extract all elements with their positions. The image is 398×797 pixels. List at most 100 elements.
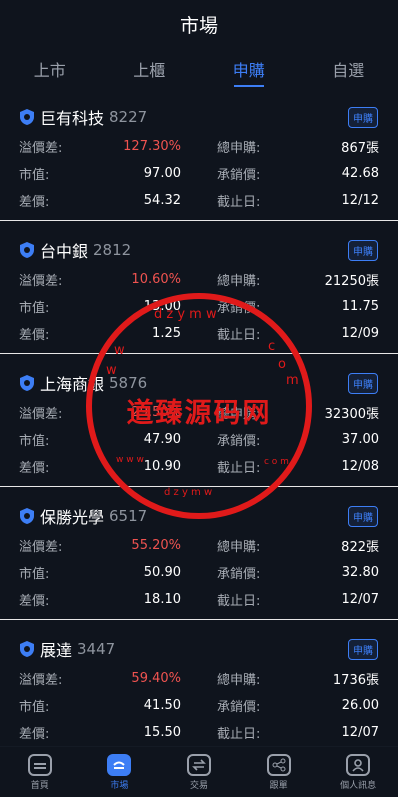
stock-code: 8227 xyxy=(109,108,148,126)
deadline-value: 12/08 xyxy=(341,459,379,474)
total-label: 總申購: xyxy=(217,141,261,156)
price-label: 承銷價: xyxy=(217,700,261,715)
subscribe-button[interactable]: 申購 xyxy=(348,240,378,261)
market-value: 13.00 xyxy=(143,299,181,314)
tab-subscription[interactable]: 申購 xyxy=(199,48,299,81)
price-value: 11.75 xyxy=(341,299,379,314)
share-icon xyxy=(266,753,291,776)
premium-label: 溢價差: xyxy=(19,407,63,422)
deadline-label: 截止日: xyxy=(217,727,261,742)
total-value: 32300張 xyxy=(324,407,379,422)
deadline-value: 12/07 xyxy=(341,725,379,740)
subscribe-button[interactable]: 申購 xyxy=(348,506,378,527)
total-value: 21250張 xyxy=(324,274,379,289)
stock-card[interactable]: 巨有科技 8227 申購 溢價差: 127.30% 總申購: 867張 市值: 97.… xyxy=(0,96,398,221)
shield-icon xyxy=(20,641,34,657)
deadline-value: 12/12 xyxy=(341,193,379,208)
diff-label: 差價: xyxy=(19,461,50,476)
total-label: 總申購: xyxy=(217,540,261,555)
market-label: 市值: xyxy=(19,301,50,316)
price-label: 承銷價: xyxy=(217,168,261,183)
market-value: 41.50 xyxy=(143,698,181,713)
subscribe-button[interactable]: 申購 xyxy=(348,373,378,394)
stock-name: 上海商銀 xyxy=(40,375,105,394)
nav-copy-label: 跟單 xyxy=(269,780,288,791)
diff-label: 差價: xyxy=(19,594,50,609)
stock-card[interactable]: 台中銀 2812 申購 溢價差: 10.60% 總申購: 21250張 市值: 13.… xyxy=(0,229,398,354)
nav-profile-label: 個人訊息 xyxy=(340,780,377,791)
stock-code: 6517 xyxy=(109,507,148,525)
stock-code: 2812 xyxy=(93,241,132,259)
deadline-value: 12/09 xyxy=(341,326,379,341)
nav-trade-label: 交易 xyxy=(189,780,208,791)
nav-copy[interactable]: 跟單 xyxy=(239,747,319,797)
deadline-label: 截止日: xyxy=(217,195,261,210)
market-value: 47.90 xyxy=(143,432,181,447)
stock-code: 3447 xyxy=(77,640,116,658)
diff-value: 54.32 xyxy=(143,193,181,208)
diff-label: 差價: xyxy=(19,727,50,742)
nav-profile[interactable]: 個人訊息 xyxy=(318,747,398,797)
stock-name: 展達 xyxy=(40,641,73,660)
subscribe-button[interactable]: 申購 xyxy=(348,639,378,660)
market-value: 97.00 xyxy=(143,166,181,181)
total-label: 總申購: xyxy=(217,673,261,688)
deadline-label: 截止日: xyxy=(217,461,261,476)
shield-icon xyxy=(20,242,34,258)
premium-label: 溢價差: xyxy=(19,141,63,156)
market-tabs: 上市 上櫃 申購 自選 xyxy=(0,48,398,82)
diff-label: 差價: xyxy=(19,328,50,343)
total-value: 867張 xyxy=(341,141,379,156)
price-label: 承銷價: xyxy=(217,434,261,449)
subscription-list: 巨有科技 8227 申購 溢價差: 127.30% 總申購: 867張 市值: 97.… xyxy=(0,96,398,747)
premium-value: 59.40% xyxy=(131,671,181,686)
premium-value: 127.30% xyxy=(123,139,181,154)
price-label: 承銷價: xyxy=(217,301,261,316)
market-icon xyxy=(107,753,132,776)
page-title: 市場 xyxy=(179,14,218,37)
subscribe-button[interactable]: 申購 xyxy=(348,107,378,128)
premium-value: 10.60% xyxy=(131,272,181,287)
user-icon xyxy=(346,753,371,776)
price-value: 42.68 xyxy=(341,166,379,181)
stock-name: 台中銀 xyxy=(40,242,89,261)
shield-icon xyxy=(20,375,34,391)
nav-home-label: 首頁 xyxy=(30,780,49,791)
diff-label: 差價: xyxy=(19,195,50,210)
market-label: 市值: xyxy=(19,700,50,715)
total-value: 822張 xyxy=(341,540,379,555)
nav-market-label: 市場 xyxy=(110,780,129,791)
diff-value: 18.10 xyxy=(143,592,181,607)
premium-label: 溢價差: xyxy=(19,540,63,555)
diff-value: 1.25 xyxy=(152,326,181,341)
shield-icon xyxy=(20,508,34,524)
market-label: 市值: xyxy=(19,434,50,449)
premium-label: 溢價差: xyxy=(19,274,63,289)
nav-home[interactable]: 首頁 xyxy=(0,747,80,797)
premium-value: 29.50% xyxy=(131,405,181,420)
premium-label: 溢價差: xyxy=(19,673,63,688)
nav-trade[interactable]: 交易 xyxy=(159,747,239,797)
stock-card[interactable]: 上海商銀 5876 申購 溢價差: 29.50% 總申購: 32300張 市值: 47… xyxy=(0,362,398,487)
total-label: 總申購: xyxy=(217,407,261,422)
swap-icon xyxy=(186,753,211,776)
nav-market[interactable]: 市場 xyxy=(80,747,160,797)
price-value: 26.00 xyxy=(341,698,379,713)
stock-card[interactable]: 展達 3447 申購 溢價差: 59.40% 總申購: 1736張 市值: 41.50… xyxy=(0,628,398,747)
stock-name: 巨有科技 xyxy=(40,109,105,128)
tab-listed[interactable]: 上市 xyxy=(0,48,100,81)
diff-value: 15.50 xyxy=(143,725,181,740)
tab-watchlist[interactable]: 自選 xyxy=(299,48,398,81)
price-value: 32.80 xyxy=(341,565,379,580)
deadline-label: 截止日: xyxy=(217,594,261,609)
diff-value: 10.90 xyxy=(143,459,181,474)
deadline-label: 截止日: xyxy=(217,328,261,343)
market-label: 市值: xyxy=(19,168,50,183)
stock-card[interactable]: 保勝光學 6517 申購 溢價差: 55.20% 總申購: 822張 市值: 50.9… xyxy=(0,495,398,620)
shield-icon xyxy=(20,109,34,125)
bottom-navigation: 首頁 市場 交易 跟單 個人訊息 xyxy=(0,746,398,797)
tab-otc[interactable]: 上櫃 xyxy=(100,48,200,81)
deadline-value: 12/07 xyxy=(341,592,379,607)
market-label: 市值: xyxy=(19,567,50,582)
home-icon xyxy=(27,753,52,776)
